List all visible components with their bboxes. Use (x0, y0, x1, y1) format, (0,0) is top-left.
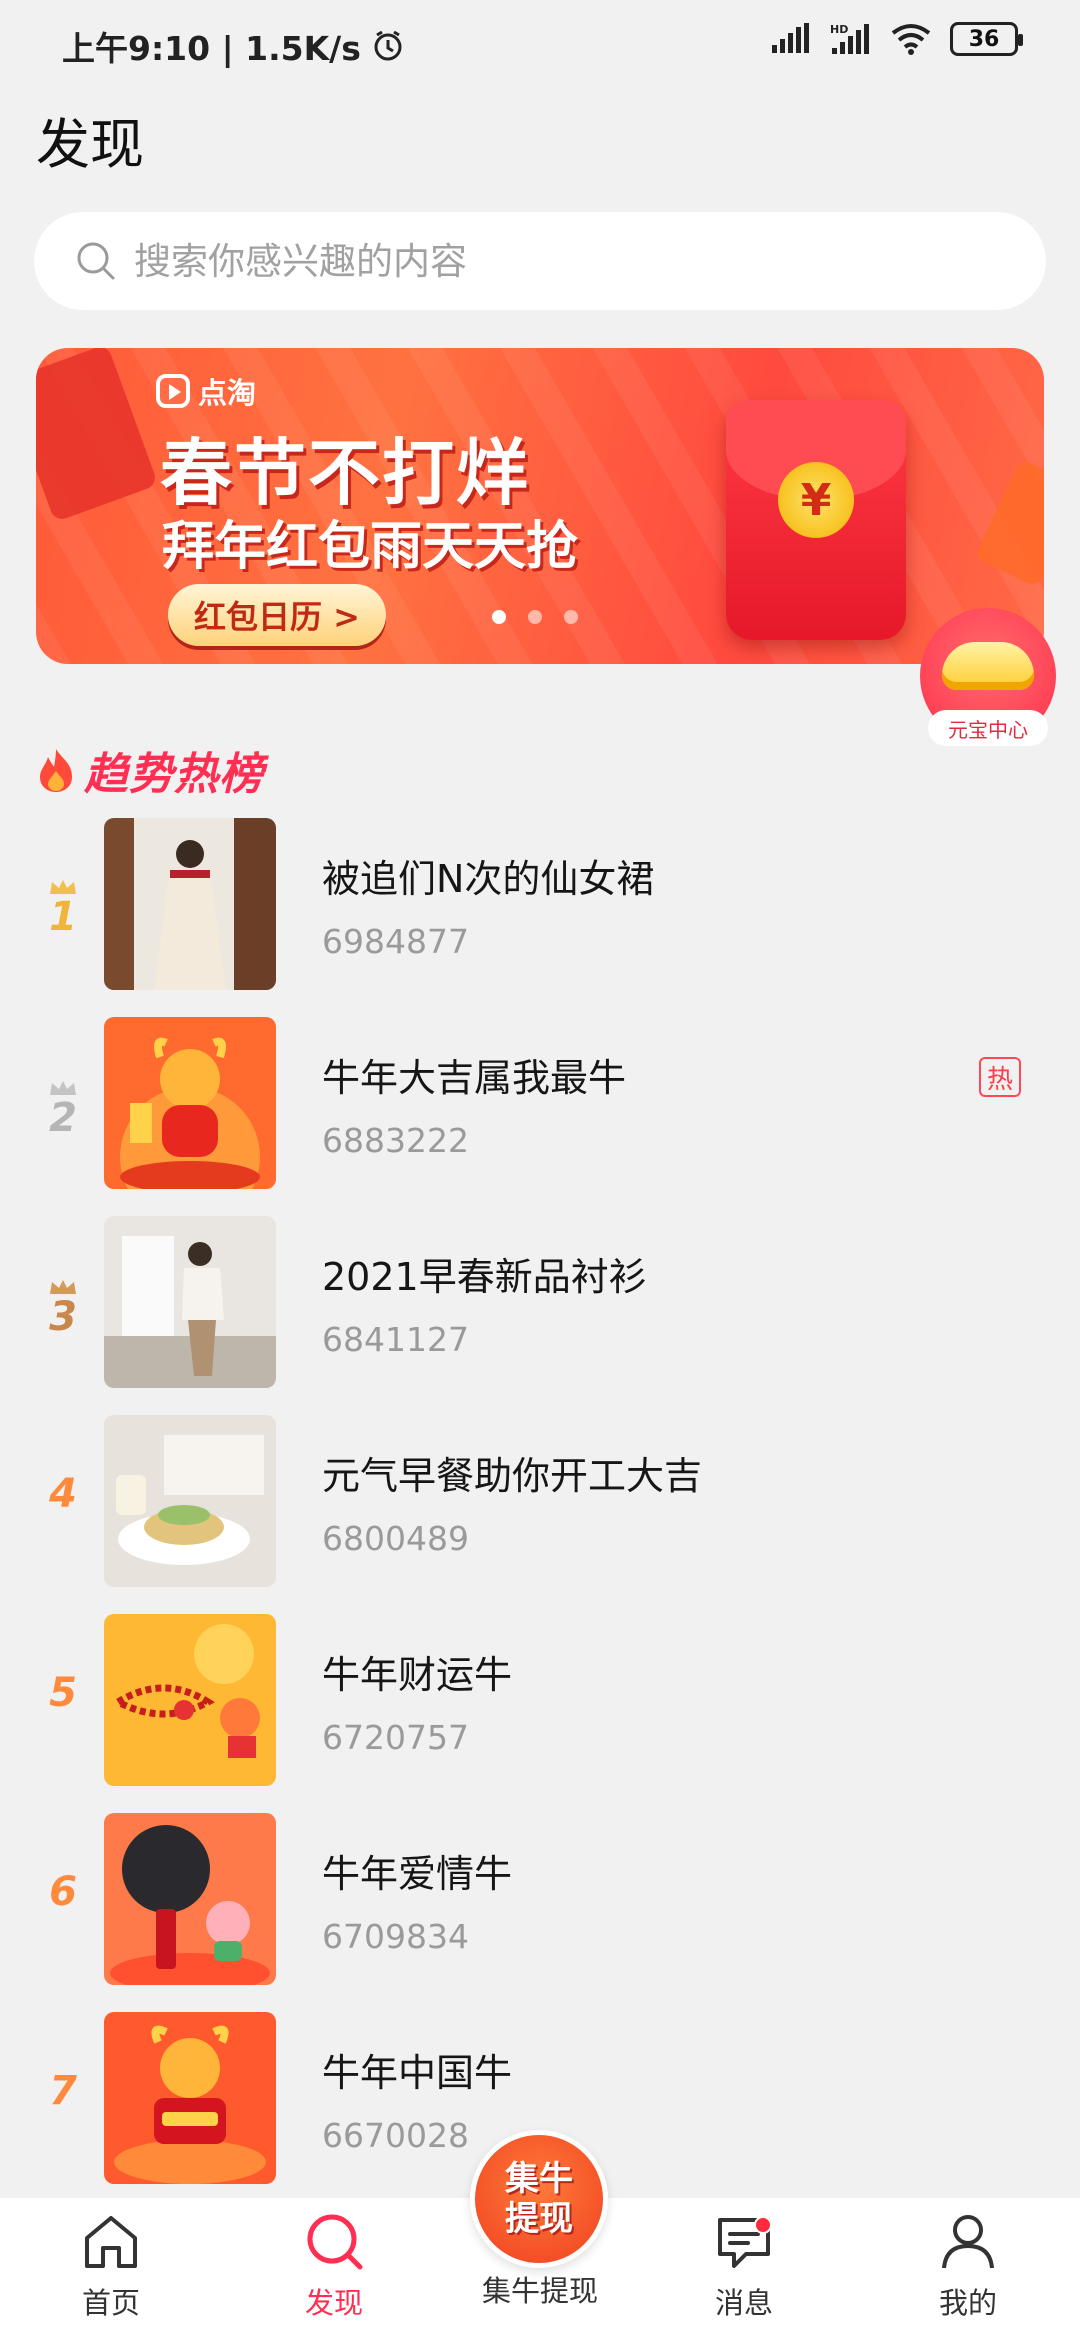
item-title: 被追们N次的仙女裙 (322, 857, 655, 901)
carousel-indicator (492, 610, 578, 624)
svg-text:HD: HD (830, 23, 848, 36)
nav-messages-label: 消息 (714, 2286, 773, 2320)
banner-subheadline: 拜年红包雨天天抢 (162, 517, 579, 577)
flame-icon (40, 749, 72, 792)
trending-item-6[interactable]: 6 牛年爱情牛 6709834 (0, 1813, 1080, 2012)
item-thumbnail (104, 1017, 276, 1189)
carousel-dot (564, 610, 578, 624)
signal-icon (772, 23, 809, 53)
nav-mine-label: 我的 (938, 2286, 997, 2320)
coin-icon: ¥ (778, 462, 854, 538)
item-thumbnail (104, 1813, 276, 1985)
battery-indicator: 36 (950, 22, 1023, 56)
diantao-logo-icon (156, 374, 190, 408)
item-count: 6984877 (322, 922, 469, 961)
search-icon (77, 242, 115, 280)
status-time: 上午9:10 | 1.5K/s (62, 29, 361, 68)
trending-item-3[interactable]: 3 2021早春新品衬衫 6841127 (0, 1216, 1080, 1415)
trending-header: 趋势热榜 (36, 738, 264, 802)
banner-brand: 点淘 (156, 370, 256, 412)
item-thumbnail (104, 1614, 276, 1786)
trending-item-1[interactable]: 1 被追们N次的仙女裙 6984877 (0, 818, 1080, 1017)
alarm-icon (374, 30, 402, 61)
nav-discover[interactable]: 发现 (254, 2212, 414, 2322)
rank-number: 3 (49, 1294, 77, 1340)
item-count: 6720757 (322, 1718, 469, 1757)
nav-collect-withdraw[interactable]: 集牛提现 (460, 2268, 620, 2310)
item-thumbnail (104, 1415, 276, 1587)
unread-dot (754, 2216, 772, 2234)
yuanbao-center-label: 元宝中心 (928, 710, 1048, 746)
page-title: 发现 (36, 113, 144, 176)
item-thumbnail (104, 2012, 276, 2184)
item-thumbnail (104, 1216, 276, 1388)
item-count: 6709834 (322, 1917, 469, 1956)
item-count: 6841127 (322, 1320, 469, 1359)
carousel-dot (492, 610, 506, 624)
trending-item-5[interactable]: 5 牛年财运牛 6720757 (0, 1614, 1080, 1813)
home-icon (85, 2216, 137, 2268)
promo-banner[interactable]: 点淘 春节不打烊 拜年红包雨天天抢 红包日历 > ¥ (36, 348, 1044, 664)
item-title: 2021早春新品衬衫 (322, 1255, 647, 1299)
item-title: 牛年中国牛 (322, 2051, 513, 2095)
discover-page: 上午9:10 | 1.5K/s HD 36 发现 点淘 春节不打烊 拜年红包雨天… (0, 0, 1080, 2340)
search-bar[interactable] (34, 212, 1046, 310)
rank-number: 5 (49, 1670, 77, 1716)
trending-item-2[interactable]: 2 牛年大吉属我最牛 6883222 热 (0, 1017, 1080, 1216)
nav-collect-withdraw-label: 集牛提现 (481, 2274, 598, 2308)
status-right: HD 36 (770, 22, 1023, 56)
signal-hd-icon: HD (830, 23, 869, 54)
trending-list: 1 被追们N次的仙女裙 6984877 2 牛年大吉属我最牛 6883222 热… (0, 818, 1080, 2211)
collect-withdraw-badge-text: 集牛 提现 (505, 2159, 573, 2239)
item-title: 牛年财运牛 (322, 1653, 513, 1697)
item-count: 6670028 (322, 2116, 469, 2155)
rank-number: 2 (49, 1095, 77, 1141)
banner-brand-name: 点淘 (198, 376, 257, 410)
item-title: 牛年大吉属我最牛 (322, 1056, 627, 1100)
search-icon (307, 2214, 363, 2270)
trending-title: 趋势热榜 (84, 749, 264, 800)
user-icon (942, 2215, 994, 2269)
carousel-dot (528, 610, 542, 624)
nav-home-label: 首页 (81, 2286, 140, 2320)
hot-badge: 热 (979, 1057, 1021, 1097)
rank-number: 4 (49, 1471, 77, 1517)
rank-number: 6 (49, 1869, 77, 1915)
gold-ingot-icon (942, 642, 1034, 690)
item-count: 6883222 (322, 1121, 469, 1160)
collect-withdraw-button[interactable]: 集牛 提现 (470, 2130, 608, 2268)
nav-mine[interactable]: 我的 (888, 2212, 1048, 2322)
item-title: 牛年爱情牛 (322, 1852, 513, 1896)
nav-discover-label: 发现 (304, 2286, 363, 2320)
status-bar: 上午9:10 | 1.5K/s HD 36 (0, 0, 1080, 90)
item-thumbnail (104, 818, 276, 990)
rank-number: 1 (49, 894, 77, 940)
red-packet-illustration: ¥ (726, 400, 906, 640)
red-packet-calendar-button[interactable]: 红包日历 > (168, 584, 386, 646)
search-input[interactable] (134, 239, 984, 283)
status-left: 上午9:10 | 1.5K/s (62, 22, 405, 70)
nav-home[interactable]: 首页 (31, 2212, 191, 2322)
nav-messages[interactable]: 消息 (664, 2212, 824, 2322)
trending-item-4[interactable]: 4 元气早餐助你开工大吉 6800489 (0, 1415, 1080, 1614)
item-title: 元气早餐助你开工大吉 (322, 1454, 703, 1498)
rank-number: 7 (49, 2068, 77, 2114)
yuanbao-center-button[interactable]: 元宝中心 (920, 608, 1056, 746)
item-count: 6800489 (322, 1519, 469, 1558)
wifi-icon (891, 24, 931, 55)
